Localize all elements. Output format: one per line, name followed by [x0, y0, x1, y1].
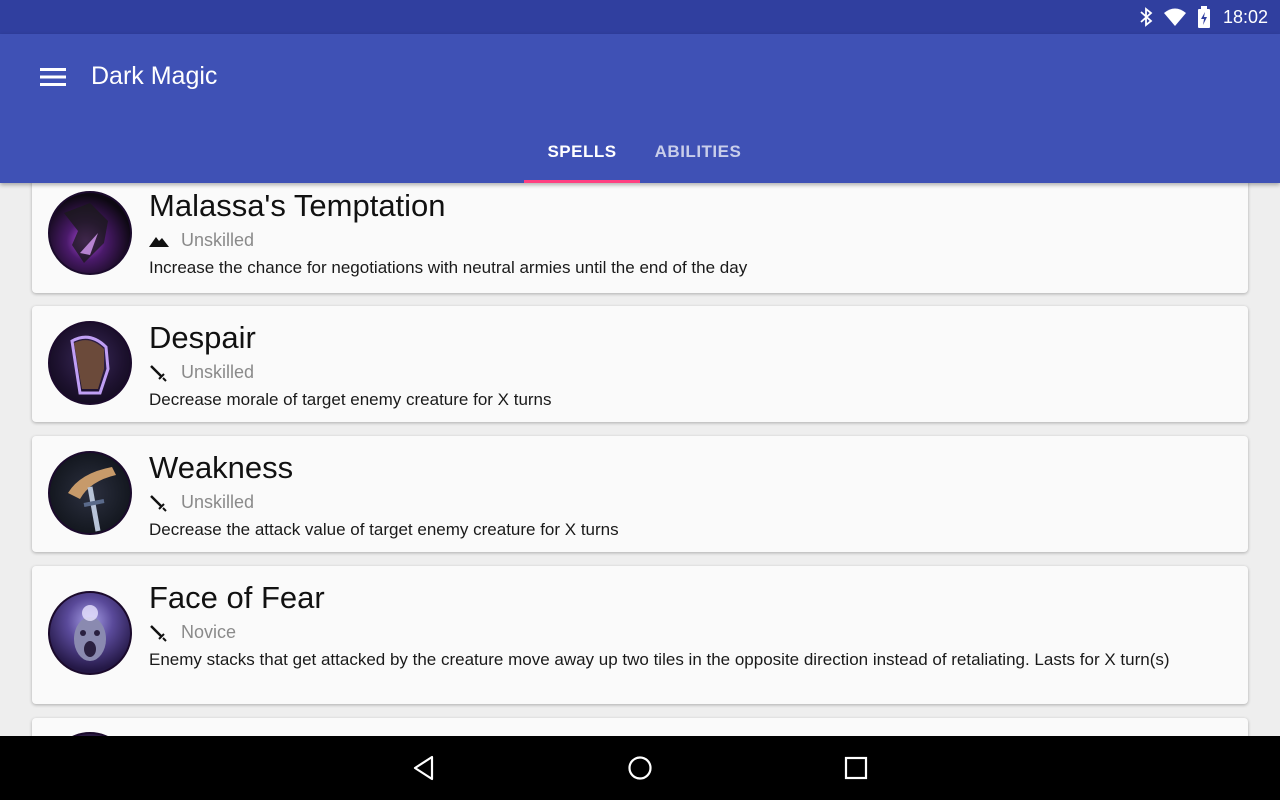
spell-name: Face of Fear [149, 580, 325, 615]
sword-icon [149, 624, 171, 642]
spell-meta: Novice [149, 622, 236, 643]
sword-icon [149, 494, 171, 512]
spell-icon-despair [48, 321, 132, 405]
tab-spells[interactable]: SPELLS [524, 120, 640, 183]
spell-description: Increase the chance for negotiations wit… [149, 258, 748, 277]
bluetooth-icon [1139, 7, 1153, 27]
navigation-bar [0, 736, 1280, 800]
battery-icon [1197, 6, 1211, 28]
recents-icon[interactable] [836, 750, 876, 786]
status-bar: 18:02 [0, 0, 1280, 34]
spell-card[interactable]: Face of Fear Novice Enemy stacks that ge… [32, 566, 1248, 704]
tab-abilities[interactable]: ABILITIES [640, 120, 756, 183]
spell-icon-face-of-fear [48, 591, 132, 675]
spell-name: Despair [149, 320, 256, 355]
spell-level: Unskilled [181, 230, 255, 250]
spell-card[interactable]: Malassa's Temptation Unskilled Increase … [32, 183, 1248, 293]
spell-meta: Unskilled [149, 230, 254, 251]
home-icon[interactable] [620, 750, 660, 786]
spell-icon-weakness [48, 451, 132, 535]
spell-list: Malassa's Temptation Unskilled Increase … [0, 183, 1280, 736]
spell-card[interactable] [32, 718, 1248, 736]
spell-card[interactable]: Weakness Unskilled Decrease the attack v… [32, 436, 1248, 552]
spell-level: Novice [181, 622, 237, 642]
spell-description: Decrease the attack value of target enem… [149, 520, 619, 539]
page-title: Dark Magic [91, 62, 218, 90]
status-time: 18:02 [1222, 6, 1268, 27]
spell-meta: Unskilled [149, 362, 254, 383]
spell-level: Unskilled [181, 492, 255, 512]
wifi-icon [1163, 7, 1187, 27]
spell-name: Weakness [149, 450, 294, 485]
spell-icon-malassas-temptation [48, 191, 132, 275]
spell-level: Unskilled [181, 362, 255, 382]
spell-name: Malassa's Temptation [149, 188, 446, 223]
spell-meta: Unskilled [149, 492, 254, 513]
sword-icon [149, 364, 171, 382]
spell-card[interactable]: Despair Unskilled Decrease morale of tar… [32, 306, 1248, 422]
back-icon[interactable] [404, 750, 444, 786]
mountain-icon [149, 232, 171, 250]
app-bar: Dark Magic SPELLS ABILITIES [0, 34, 1280, 183]
tab-bar: SPELLS ABILITIES [524, 120, 756, 183]
hamburger-menu-icon[interactable] [34, 60, 72, 94]
spell-description: Enemy stacks that get attacked by the cr… [149, 650, 1170, 669]
spell-description: Decrease morale of target enemy creature… [149, 390, 552, 409]
